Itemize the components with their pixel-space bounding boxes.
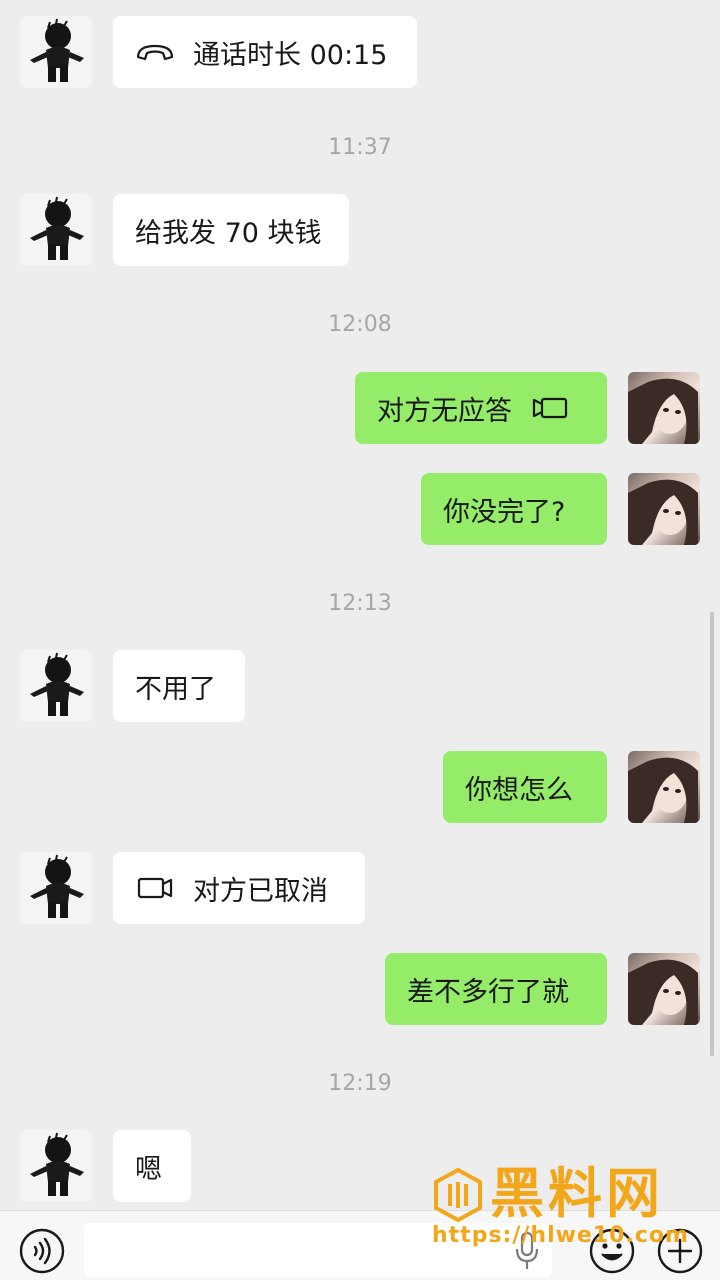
voice-mode-icon	[19, 1228, 65, 1274]
message-bubble[interactable]: 你没完了?	[421, 473, 607, 545]
video-call-icon	[135, 875, 175, 901]
watermark: 黑料网 https://hlwe10.com	[432, 1164, 702, 1254]
message-text: 差不多行了就	[407, 976, 569, 1008]
message-text: 你没完了?	[443, 496, 566, 528]
watermark-title: 黑料网	[490, 1162, 664, 1225]
scroll-indicator[interactable]	[710, 612, 714, 1056]
message-bubble[interactable]: 不用了	[113, 650, 245, 722]
message-bubble-video-call[interactable]: 对方已取消	[113, 852, 365, 924]
message-text: 给我发 70 块钱	[135, 217, 322, 249]
message-bubble[interactable]: 嗯	[113, 1130, 191, 1202]
voice-mode-button[interactable]	[18, 1227, 66, 1275]
timestamp: 12:13	[328, 591, 392, 616]
timestamp: 11:37	[328, 135, 392, 160]
doll-figure-icon	[30, 854, 84, 918]
message-text: 对方无应答	[377, 395, 512, 427]
my-avatar[interactable]	[628, 953, 700, 1025]
doll-figure-icon	[30, 1132, 84, 1196]
profile-photo-icon	[628, 479, 698, 545]
timestamp: 12:19	[328, 1071, 392, 1096]
chat-message-list[interactable]: 通话时长 00:15 11:37 给我发 70 块钱 12:08 对方无应答 你…	[0, 0, 720, 1210]
profile-photo-icon	[628, 757, 698, 823]
doll-figure-icon	[30, 18, 84, 82]
my-avatar[interactable]	[628, 372, 700, 444]
timestamp: 12:08	[328, 312, 392, 337]
phone-hangup-icon	[135, 41, 175, 63]
contact-avatar[interactable]	[20, 1130, 92, 1202]
message-text: 不用了	[135, 673, 216, 705]
my-avatar[interactable]	[628, 473, 700, 545]
contact-avatar[interactable]	[20, 194, 92, 266]
message-text: 通话时长 00:15	[193, 39, 388, 71]
profile-photo-icon	[628, 959, 698, 1025]
message-bubble-video-call[interactable]: 对方无应答	[355, 372, 607, 444]
doll-figure-icon	[30, 196, 84, 260]
watermark-url: https://hlwe10.com	[432, 1223, 689, 1248]
watermark-logo-icon	[434, 1168, 482, 1222]
message-bubble-voice-call[interactable]: 通话时长 00:15	[113, 16, 417, 88]
contact-avatar[interactable]	[20, 650, 92, 722]
my-avatar[interactable]	[628, 751, 700, 823]
message-text: 嗯	[135, 1153, 162, 1185]
profile-photo-icon	[628, 378, 698, 444]
contact-avatar[interactable]	[20, 852, 92, 924]
video-call-icon	[530, 395, 570, 421]
message-text: 你想怎么	[465, 774, 573, 806]
message-bubble[interactable]: 给我发 70 块钱	[113, 194, 349, 266]
message-bubble[interactable]: 你想怎么	[443, 751, 607, 823]
message-bubble[interactable]: 差不多行了就	[385, 953, 607, 1025]
message-text: 对方已取消	[193, 875, 328, 907]
contact-avatar[interactable]	[20, 16, 92, 88]
doll-figure-icon	[30, 652, 84, 716]
